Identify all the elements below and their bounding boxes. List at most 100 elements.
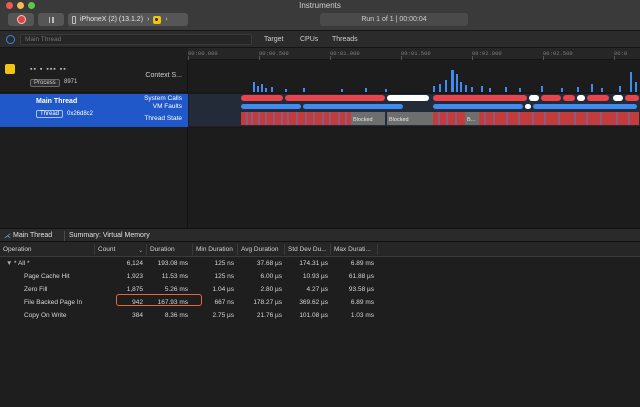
breadcrumb-thread[interactable]: Main Thread (13, 232, 52, 239)
thread-badge: Thread (36, 110, 64, 118)
column-header-max-duration[interactable]: Max Durati... (334, 246, 371, 253)
iphone-icon (72, 15, 76, 24)
table-header: Operation Count ⌄ Duration Min Duration … (0, 242, 640, 257)
cell-std-dev: 10.93 µs (302, 273, 328, 280)
cell-avg-duration: 2.80 µs (260, 286, 282, 293)
breadcrumb-summary[interactable]: Summary: Virtual Memory (69, 232, 150, 239)
tab-cpus[interactable]: CPUs (300, 36, 318, 43)
ruler-tick-label: 00:02.500 (543, 50, 573, 57)
table-row[interactable]: ▼ * All * 6,124 193.08 ms 125 ns 37.68 µ… (0, 258, 640, 270)
record-button[interactable] (8, 13, 34, 26)
cell-max-duration: 6.89 ms (350, 260, 374, 267)
table-row[interactable]: Page Cache Hit 1,923 11.53 ms 125 ns 6.0… (0, 271, 640, 283)
cell-std-dev: 174.31 µs (299, 260, 328, 267)
thread-icon: ⋌ (4, 233, 11, 240)
cell-min-duration: 667 ns (214, 299, 234, 306)
pause-button[interactable] (38, 13, 64, 26)
highlight-annotation (116, 294, 202, 306)
timeline-svg: Blocked Blocked B... (189, 70, 640, 128)
state-label-blocked: B... (467, 117, 476, 123)
system-calls-lane (241, 95, 639, 101)
process-pid: 8971 (64, 79, 78, 85)
app-icon (153, 15, 162, 24)
cell-operation: File Backed Page In (24, 299, 83, 306)
process-track[interactable]: ▪▪ ▪ ▪▪▪ ▪▪ Process 8971 Context S... (0, 60, 188, 93)
cell-duration: 5.26 ms (164, 286, 188, 293)
detail-breadcrumb-bar: ⋌ Main Thread Summary: Virtual Memory (0, 228, 640, 242)
track-filter-bar: Target CPUs Threads (0, 31, 640, 48)
column-header-count[interactable]: Count (98, 246, 115, 253)
target-chevron-icon: › (165, 16, 168, 23)
time-ruler[interactable]: 00:00.000 00:00.500 00:01.000 00:01.500 … (188, 48, 640, 60)
thread-id: 0x26d8c2 (67, 111, 94, 117)
chevron-right-icon: › (147, 16, 150, 23)
run-status: Run 1 of 1 | 00:00:04 (320, 13, 468, 26)
cell-min-duration: 125 ns (214, 260, 234, 267)
tab-target[interactable]: Target (264, 36, 283, 43)
track-filter-input[interactable] (20, 34, 252, 45)
cell-max-duration: 93.58 µs (348, 286, 374, 293)
cell-operation: Page Cache Hit (24, 273, 70, 280)
breadcrumb-separator (64, 231, 65, 241)
app-icon (5, 64, 15, 74)
pause-icon (48, 16, 50, 23)
cell-count: 384 (132, 312, 143, 319)
ruler-tick-label: 00:01.500 (401, 50, 431, 57)
cell-min-duration: 125 ns (214, 273, 234, 280)
cell-std-dev: 369.62 µs (299, 299, 328, 306)
sort-chevron-icon: ⌄ (138, 247, 144, 254)
context-switch-label: Context S... (145, 72, 182, 79)
track-list: ▪▪ ▪ ▪▪▪ ▪▪ Process 8971 Context S... Ma… (0, 60, 188, 228)
cell-operation: Copy On Write (24, 312, 67, 319)
cell-avg-duration: 6.00 µs (260, 273, 282, 280)
column-header-std-dev[interactable]: Std Dev Du... (288, 246, 327, 253)
disclosure-triangle-icon[interactable]: ▼ (6, 260, 12, 267)
main-thread-track[interactable]: Main Thread Thread 0x26d8c2 System Calls… (0, 94, 188, 127)
state-label-blocked: Blocked (389, 117, 409, 123)
context-switch-graph (253, 70, 637, 92)
window-title: Instruments (299, 1, 341, 10)
cell-max-duration: 61.88 µs (348, 273, 374, 280)
ruler-tick-label: 00:00.500 (259, 50, 289, 57)
cell-max-duration: 6.89 ms (350, 299, 374, 306)
cell-avg-duration: 21.76 µs (256, 312, 282, 319)
column-header-min-duration[interactable]: Min Duration (196, 246, 233, 253)
cell-max-duration: 1.03 ms (350, 312, 374, 319)
column-header-duration[interactable]: Duration (150, 246, 175, 253)
ruler-tick-label: 00:00.000 (188, 50, 218, 57)
column-header-operation[interactable]: Operation (3, 246, 32, 253)
table-row[interactable]: Copy On Write 384 8.36 ms 2.75 µs 21.76 … (0, 310, 640, 322)
thread-state-lane: Blocked Blocked B... (241, 112, 639, 125)
lane-label-thread-state: Thread State (144, 115, 182, 122)
cell-count: 6,124 (126, 260, 143, 267)
cell-avg-duration: 37.68 µs (256, 260, 282, 267)
process-name: ▪▪ ▪ ▪▪▪ ▪▪ (30, 66, 67, 73)
cell-duration: 8.36 ms (164, 312, 188, 319)
title-bar: Instruments iPhoneX (2) (13.1.2) › › Run… (0, 0, 640, 31)
column-header-avg-duration[interactable]: Avg Duration (241, 246, 278, 253)
process-badge: Process (30, 79, 60, 87)
ruler-tick-label: 00:0 (614, 50, 628, 57)
cell-std-dev: 4.27 µs (306, 286, 328, 293)
tab-threads[interactable]: Threads (332, 36, 358, 43)
table-row[interactable]: Zero Fill 1,875 5.26 ms 1.04 µs 2.80 µs … (0, 284, 640, 296)
cell-duration: 11.53 ms (161, 273, 188, 280)
thread-name: Main Thread (36, 98, 78, 105)
cell-operation: Zero Fill (24, 286, 48, 293)
record-icon (16, 15, 26, 24)
cell-duration: 193.08 ms (157, 260, 188, 267)
cell-min-duration: 2.75 µs (212, 312, 234, 319)
lane-label-vm-faults: VM Faults (152, 103, 182, 110)
cell-avg-duration: 178.27 µs (253, 299, 282, 306)
device-label: iPhoneX (2) (13.1.2) (80, 16, 144, 23)
cell-operation: * All * (14, 260, 30, 267)
state-label-blocked: Blocked (353, 117, 373, 123)
ruler-tick-label: 00:02.000 (472, 50, 502, 57)
timeline-graph[interactable]: Blocked Blocked B... (189, 60, 640, 228)
cell-count: 1,923 (126, 273, 143, 280)
filter-icon[interactable] (6, 35, 15, 44)
virtual-memory-table: Operation Count ⌄ Duration Min Duration … (0, 242, 640, 407)
device-selector[interactable]: iPhoneX (2) (13.1.2) › › (68, 13, 188, 26)
table-row[interactable]: File Backed Page In 942 167.93 ms 667 ns… (0, 297, 640, 309)
lane-label-system-calls: System Calls (144, 95, 182, 102)
